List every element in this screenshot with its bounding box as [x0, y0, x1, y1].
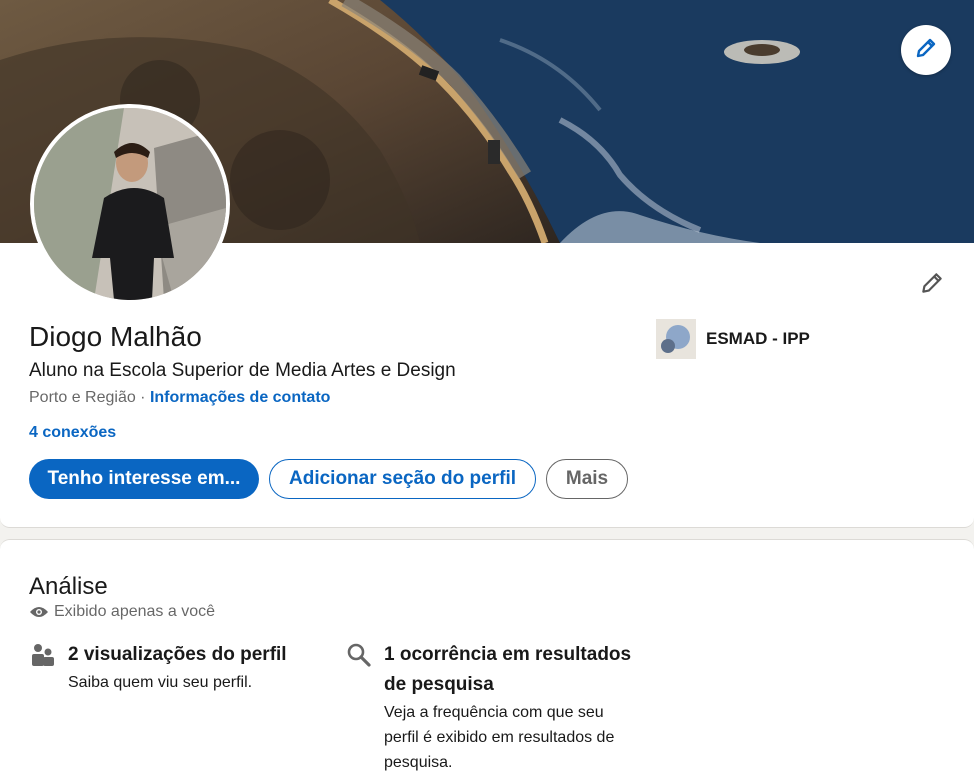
- profile-views-desc: Saiba quem viu seu perfil.: [68, 674, 253, 691]
- more-button[interactable]: Mais: [546, 459, 628, 499]
- pencil-icon: [919, 270, 945, 301]
- avatar[interactable]: [30, 104, 230, 304]
- eye-icon: [29, 605, 49, 619]
- profile-card: Diogo Malhão Aluno na Escola Superior de…: [0, 0, 974, 528]
- education-item[interactable]: ESMAD - IPP: [656, 319, 810, 359]
- open-to-button[interactable]: Tenho interesse em...: [29, 459, 259, 499]
- section-title: Análise: [29, 573, 108, 600]
- school-logo: [656, 319, 696, 359]
- people-icon: [30, 642, 56, 668]
- private-note: Exibido apenas a você: [29, 603, 215, 621]
- edit-intro-button[interactable]: [912, 268, 952, 302]
- profile-headline: Aluno na Escola Superior de Media Artes …: [29, 360, 456, 381]
- edit-cover-button[interactable]: [901, 25, 951, 75]
- profile-name: Diogo Malhão: [29, 321, 202, 352]
- search-icon: [346, 642, 372, 668]
- location-row: Porto e Região · Informações de contato: [29, 389, 330, 407]
- location-separator: ·: [135, 389, 150, 406]
- education-name: ESMAD - IPP: [706, 329, 810, 348]
- pencil-icon: [914, 36, 938, 65]
- search-appearances-desc: Veja a frequência com que seu perfil é e…: [384, 704, 615, 771]
- analytics-card: Análise Exibido apenas a você 2 visualiz…: [0, 539, 974, 776]
- search-appearances-title[interactable]: 1 ocorrência em resultados de pesquisa: [384, 640, 634, 700]
- contact-info-link[interactable]: Informações de contato: [150, 389, 330, 406]
- add-profile-section-button[interactable]: Adicionar seção do perfil: [269, 459, 536, 499]
- private-note-text: Exibido apenas a você: [54, 603, 215, 620]
- profile-views-title[interactable]: 2 visualizações do perfil: [68, 640, 328, 670]
- connections-link[interactable]: 4 conexões: [29, 424, 116, 442]
- location-text: Porto e Região: [29, 389, 136, 406]
